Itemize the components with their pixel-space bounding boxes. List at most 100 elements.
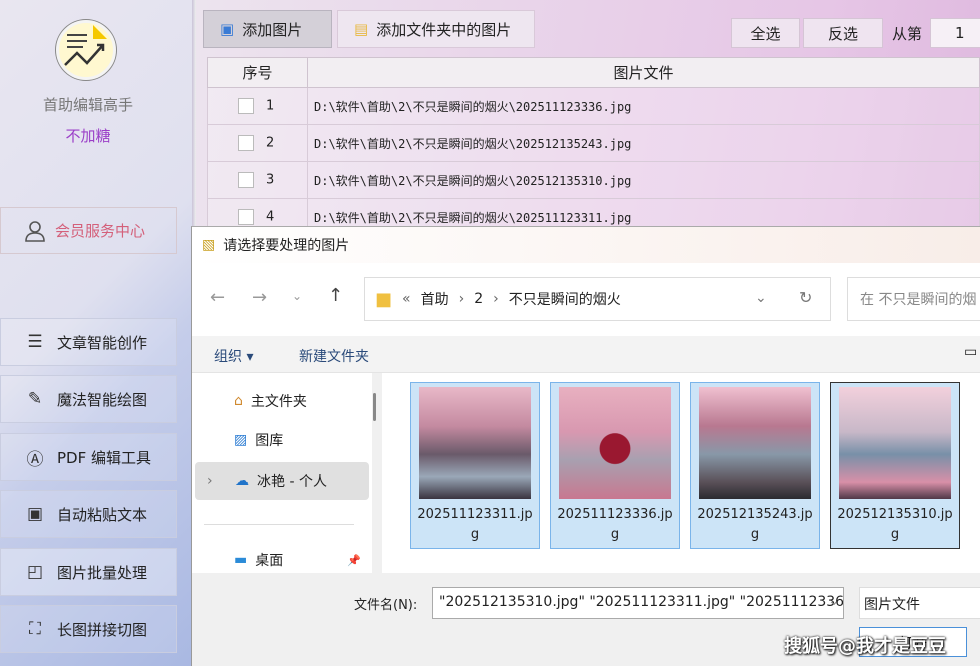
folder-icon: ▤ [354,20,369,38]
nav-scrollbar[interactable] [373,393,376,421]
menu-lines-icon: ☰ [27,332,43,352]
file-thumbnail[interactable]: 202511123336.jpg [550,382,680,549]
app-logo [56,20,116,80]
dialog-title: 请选择要处理的图片 [223,238,350,254]
refresh-icon[interactable]: ↻ [799,288,812,307]
gallery-icon: ▨ [234,432,248,448]
up-arrow-icon[interactable]: ↑ [328,285,343,306]
organize-button[interactable]: 组织 ▾ [214,346,253,366]
invert-selection-button[interactable]: 反选 [803,18,883,48]
file-name: 202512135243.jpg [697,507,813,542]
filename-dropdown-icon[interactable]: ⌄ [828,593,840,609]
image-preview [839,387,951,499]
pdf-icon: Ⓐ [26,449,44,470]
from-label: 从第 [892,25,923,43]
pin-icon[interactable]: 📌 [347,554,361,567]
image-preview [559,387,671,499]
file-grid: 202511123311.jpg 202511123336.jpg 20251213… [382,373,980,573]
cloud-icon: ☁ [235,473,249,489]
image-preview [699,387,811,499]
folder-icon: ■ [375,288,393,310]
breadcrumb-item[interactable]: 首助 [421,289,449,309]
menu-paste[interactable]: ▣ 自动粘贴文本 [0,490,177,538]
forward-arrow-icon[interactable]: → [252,287,267,308]
col-header: 序号 [207,57,308,88]
desktop-icon: ▬ [234,552,248,568]
menu-draw[interactable]: ✎ 魔法智能绘图 [0,375,177,423]
nav-label: 图库 [255,433,284,449]
menu-label: 图片批量处理 [57,563,148,582]
add-image-button[interactable]: ▣ 添加图片 [203,10,332,48]
menu-pdf[interactable]: Ⓐ PDF 编辑工具 [0,433,177,481]
app-name: 首助编辑高手 [42,96,133,114]
nav-onedrive[interactable]: › ☁ 冰艳 - 个人 [195,462,369,500]
breadcrumb-item[interactable]: 2 [474,291,483,307]
row-file: D:\软件\首助\2\不只是瞬间的烟火\202512135243.jpg [307,124,980,162]
file-name: 202511123336.jpg [557,507,673,542]
recent-chevron-icon[interactable]: ⌄ [292,289,302,303]
row-number: 4 [266,209,275,225]
nav-divider [204,524,354,525]
file-thumbnail[interactable]: 202512135310.jpg [830,382,960,549]
menu-label: 文章智能创作 [57,333,148,352]
row-number: 3 [266,172,275,188]
menu-label: 魔法智能绘图 [57,390,148,409]
menu-label: PDF 编辑工具 [57,448,151,467]
file-name: 202511123311.jpg [417,507,533,542]
new-folder-button[interactable]: 新建文件夹 [299,346,369,366]
select-all-button[interactable]: 全选 [731,18,800,48]
filename-label: 文件名(N): [354,598,418,613]
filename-input[interactable]: "202512135310.jpg" "202511123311.jpg" "2… [432,587,844,619]
nav-gallery[interactable]: ▨ 图库 [192,421,366,459]
view-icon[interactable]: ▭ [964,344,977,360]
file-thumbnail[interactable]: 202511123311.jpg [410,382,540,549]
menu-long-image[interactable]: ⛶ 长图拼接切图 [0,605,177,653]
menu-image-batch[interactable]: ◰ 图片批量处理 [0,548,177,596]
home-icon: ⌂ [234,393,243,409]
user-name: 不加糖 [65,127,111,145]
image-batch-icon: ◰ [26,562,44,582]
add-folder-button[interactable]: ▤ 添加文件夹中的图片 [337,10,535,48]
watermark: 搜狐号@我才是豆豆 [784,636,946,657]
menu-label: 自动粘贴文本 [57,505,148,524]
row-checkbox[interactable] [238,98,254,114]
member-label: 会员服务中心 [55,222,146,240]
row-number: 1 [266,98,275,114]
back-arrow-icon[interactable]: ← [210,287,225,308]
filetype-select[interactable]: 图片文件 [859,587,980,619]
nav-desktop[interactable]: ▬ 桌面 📌 [192,541,366,579]
navigation-pane: ⌂ 主文件夹 ▨ 图库 › ☁ 冰艳 - 个人 ▬ 桌面 📌 [192,373,376,573]
member-center-button[interactable]: 会员服务中心 [0,207,177,254]
nav-home[interactable]: ⌂ 主文件夹 [192,382,366,420]
command-bar: 组织 ▾ 新建文件夹 ▭ [192,336,980,373]
from-input[interactable]: 1 [930,18,980,48]
image-preview [419,387,531,499]
expand-chevron-icon[interactable]: › [207,473,227,489]
user-icon [25,220,45,242]
paste-icon: ▣ [26,504,44,524]
nav-label: 主文件夹 [250,394,307,410]
row-checkbox[interactable] [238,135,254,151]
row-number: 2 [266,135,275,151]
breadcrumb-sep: › [493,291,499,307]
table-row[interactable]: 2 D:\软件\首助\2\不只是瞬间的烟火\202512135243.jpg [207,124,980,162]
table-row[interactable]: 3 D:\软件\首助\2\不只是瞬间的烟火\202512135310.jpg [207,161,980,199]
breadcrumb-item[interactable]: 不只是瞬间的烟火 [509,289,621,309]
file-thumbnail[interactable]: 202512135243.jpg [690,382,820,549]
sidebar: 首助编辑高手 不加糖 会员服务中心 ☰ 文章智能创作 ✎ 魔法智能绘图 Ⓐ PDF 编… [0,0,192,666]
button-label: 添加图片 [242,20,303,39]
nav-bar: ← → ⌄ ↑ ■ « 首助 › 2 › 不只是瞬间的烟火 ⌄ ↻ 在 不只是瞬间的烟 [192,263,980,336]
address-bar[interactable]: ■ « 首助 › 2 › 不只是瞬间的烟火 ⌄ ↻ [364,277,831,321]
menu-article[interactable]: ☰ 文章智能创作 [0,318,177,366]
row-checkbox[interactable] [238,209,254,225]
row-file: D:\软件\首助\2\不只是瞬间的烟火\202512135310.jpg [307,161,980,199]
button-label: 添加文件夹中的图片 [376,20,512,39]
file-open-dialog: ▧ 请选择要处理的图片 ← → ⌄ ↑ ■ « 首助 › 2 › 不只是瞬间的烟火 ⌄ … [191,226,980,666]
crop-icon: ⛶ [29,619,41,639]
breadcrumb-sep: › [458,291,465,307]
table-row[interactable]: 1 D:\软件\首助\2\不只是瞬间的烟火\202511123336.jpg [207,87,980,125]
search-input[interactable]: 在 不只是瞬间的烟 [847,277,980,321]
row-checkbox[interactable] [238,172,254,188]
address-dropdown-icon[interactable]: ⌄ [755,290,767,306]
nav-label: 桌面 [255,553,284,569]
